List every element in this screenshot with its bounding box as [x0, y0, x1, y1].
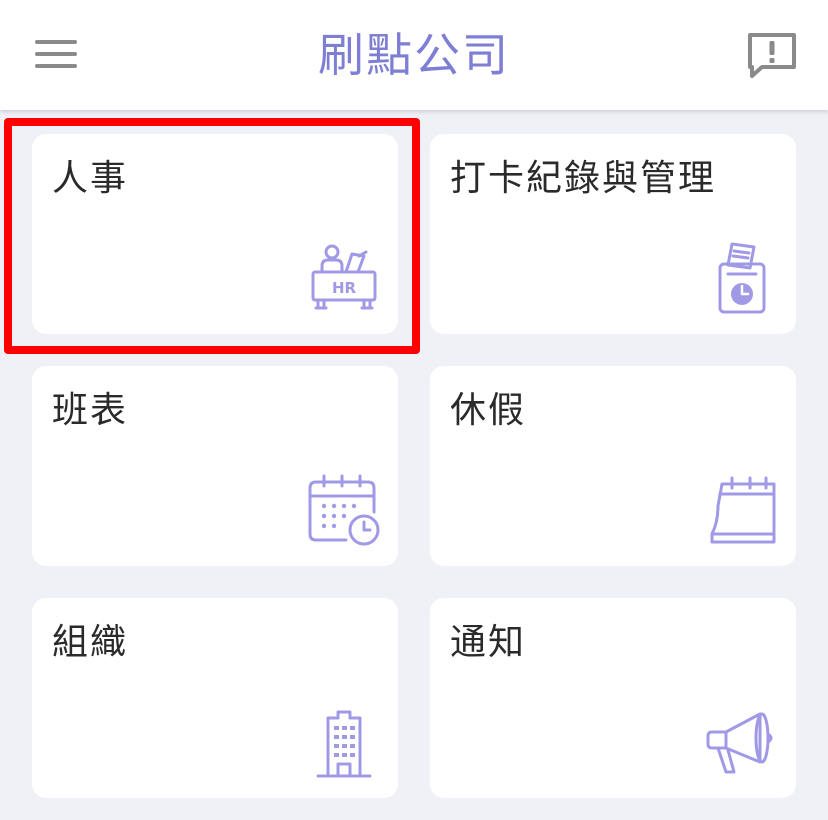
app-header: 刷點公司 [0, 0, 828, 110]
page-title: 刷點公司 [318, 28, 510, 82]
tile-label: 人事 [52, 158, 129, 199]
tile-leave[interactable]: 休假 [430, 366, 796, 566]
tile-label: 通知 [450, 622, 527, 663]
tile-hr[interactable]: 人事 HR [32, 134, 398, 334]
tile-label: 休假 [450, 390, 527, 431]
feature-grid: 人事 HR 打卡紀錄與管理 班表 休假 組織 通知 [0, 0, 828, 820]
svg-text:HR: HR [332, 279, 357, 297]
tile-notifications[interactable]: 通知 [430, 598, 796, 798]
time-clock-icon [704, 240, 780, 316]
calendar-icon [704, 472, 780, 548]
tile-clock-records[interactable]: 打卡紀錄與管理 [430, 134, 796, 334]
app-screen: 刷點公司 人事 HR 打卡紀錄與管理 班表 休假 組織 通知 [0, 0, 828, 820]
feedback-icon[interactable] [744, 30, 800, 82]
megaphone-icon [704, 704, 780, 780]
tile-label: 打卡紀錄與管理 [450, 158, 717, 199]
tile-schedule[interactable]: 班表 [32, 366, 398, 566]
building-icon [306, 704, 382, 780]
tile-organization[interactable]: 組織 [32, 598, 398, 798]
calendar-clock-icon [306, 472, 382, 548]
tile-label: 班表 [52, 390, 129, 431]
tile-label: 組織 [52, 622, 129, 663]
hr-desk-icon: HR [306, 240, 382, 316]
